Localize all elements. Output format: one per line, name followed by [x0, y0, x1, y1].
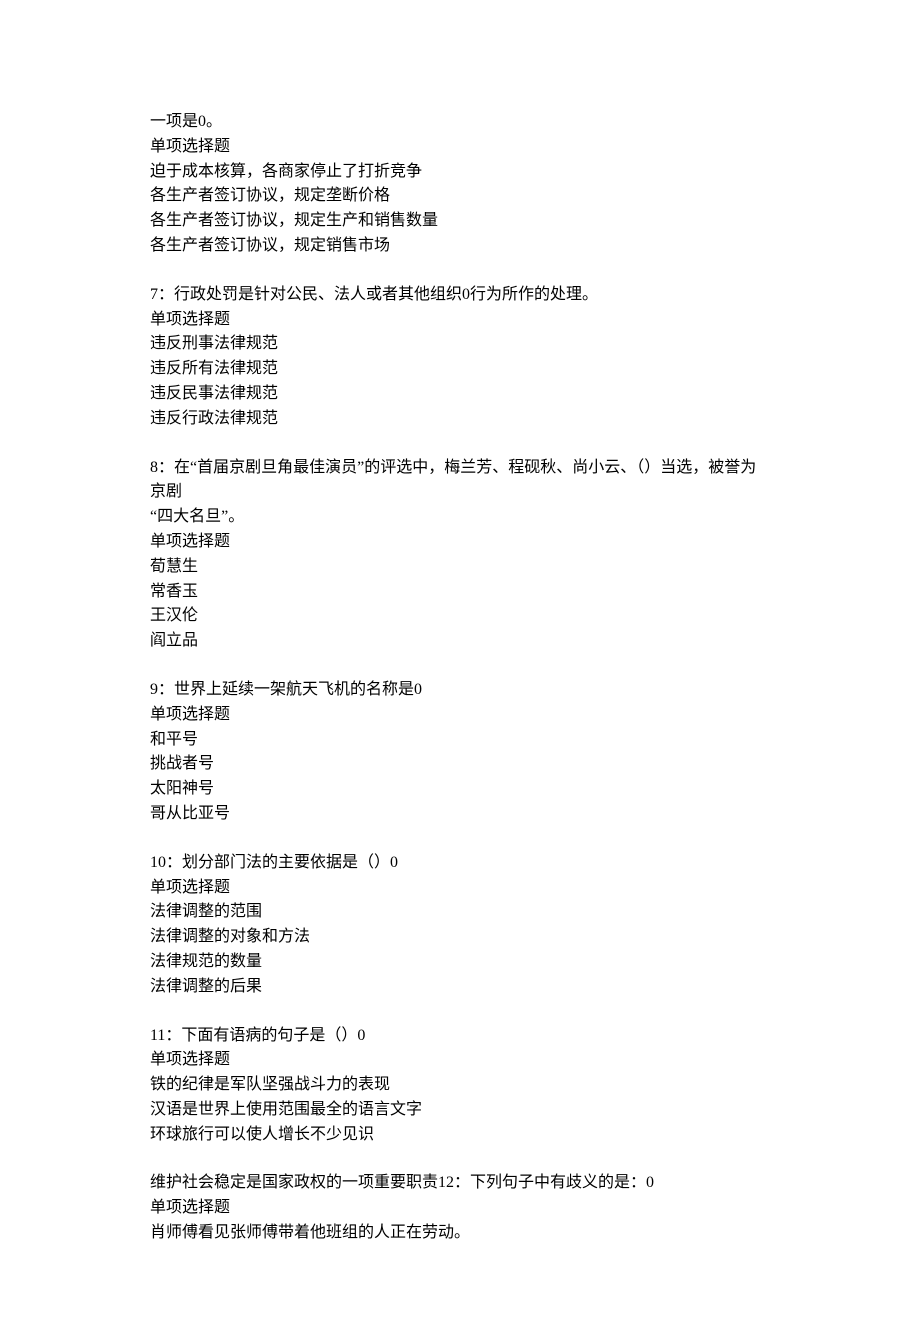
question-11: 11：下面有语病的句子是（）0 单项选择题 铁的纪律是军队坚强战斗力的表现 汉语…: [150, 1024, 770, 1148]
option-text: 违反行政法律规范: [150, 407, 770, 432]
option-text: 法律调整的范围: [150, 900, 770, 925]
question-10: 10：划分部门法的主要依据是（）0 单项选择题 法律调整的范围 法律调整的对象和…: [150, 851, 770, 1000]
option-text: 违反民事法律规范: [150, 382, 770, 407]
option-text: 法律规范的数量: [150, 950, 770, 975]
option-text: 挑战者号: [150, 752, 770, 777]
option-text: 迫于成本核算，各商家停止了打折竞争: [150, 160, 770, 185]
option-text: 阎立品: [150, 629, 770, 654]
question-stem: 10：划分部门法的主要依据是（）0: [150, 851, 770, 876]
option-text: 违反所有法律规范: [150, 357, 770, 382]
option-text: 哥从比亚号: [150, 802, 770, 827]
option-text: 违反刑事法律规范: [150, 332, 770, 357]
option-text: 法律调整的后果: [150, 975, 770, 1000]
question-stem: “四大名旦”。: [150, 505, 770, 530]
option-text: 各生产者签订协议，规定生产和销售数量: [150, 209, 770, 234]
option-text: 和平号: [150, 728, 770, 753]
option-text: 法律调整的对象和方法: [150, 925, 770, 950]
question-type: 单项选择题: [150, 530, 770, 555]
question-type: 单项选择题: [150, 703, 770, 728]
option-text: 汉语是世界上使用范围最全的语言文字: [150, 1098, 770, 1123]
question-type: 单项选择题: [150, 1196, 770, 1221]
question-fragment: 一项是0。 单项选择题 迫于成本核算，各商家停止了打折竞争 各生产者签订协议，规…: [150, 110, 770, 259]
question-type: 单项选择题: [150, 308, 770, 333]
question-stem: 11：下面有语病的句子是（）0: [150, 1024, 770, 1049]
option-text: 环球旅行可以使人增长不少见识: [150, 1123, 770, 1148]
question-type: 单项选择题: [150, 1048, 770, 1073]
question-type: 单项选择题: [150, 135, 770, 160]
question-stem: 7：行政处罚是针对公民、法人或者其他组织0行为所作的处理。: [150, 283, 770, 308]
question-9: 9：世界上延续一架航天飞机的名称是0 单项选择题 和平号 挑战者号 太阳神号 哥…: [150, 678, 770, 827]
option-text: 王汉伦: [150, 604, 770, 629]
option-text: 太阳神号: [150, 777, 770, 802]
question-stem: 维护社会稳定是国家政权的一项重要职责12：下列句子中有歧义的是：0: [150, 1171, 770, 1196]
question-stem: 9：世界上延续一架航天飞机的名称是0: [150, 678, 770, 703]
text-line: 一项是0。: [150, 110, 770, 135]
option-text: 肖师傅看见张师傅带着他班组的人正在劳动。: [150, 1221, 770, 1246]
option-text: 铁的纪律是军队坚强战斗力的表现: [150, 1073, 770, 1098]
question-12: 维护社会稳定是国家政权的一项重要职责12：下列句子中有歧义的是：0 单项选择题 …: [150, 1171, 770, 1245]
option-text: 各生产者签订协议，规定销售市场: [150, 234, 770, 259]
question-7: 7：行政处罚是针对公民、法人或者其他组织0行为所作的处理。 单项选择题 违反刑事…: [150, 283, 770, 432]
document-page: 一项是0。 单项选择题 迫于成本核算，各商家停止了打折竞争 各生产者签订协议，规…: [0, 0, 920, 1330]
option-text: 各生产者签订协议，规定垄断价格: [150, 184, 770, 209]
option-text: 荀慧生: [150, 555, 770, 580]
question-type: 单项选择题: [150, 876, 770, 901]
option-text: 常香玉: [150, 580, 770, 605]
question-8: 8：在“首届京剧旦角最佳演员”的评选中，梅兰芳、程砚秋、尚小云、（）当选，被誉为…: [150, 456, 770, 654]
question-stem: 8：在“首届京剧旦角最佳演员”的评选中，梅兰芳、程砚秋、尚小云、（）当选，被誉为…: [150, 456, 770, 506]
